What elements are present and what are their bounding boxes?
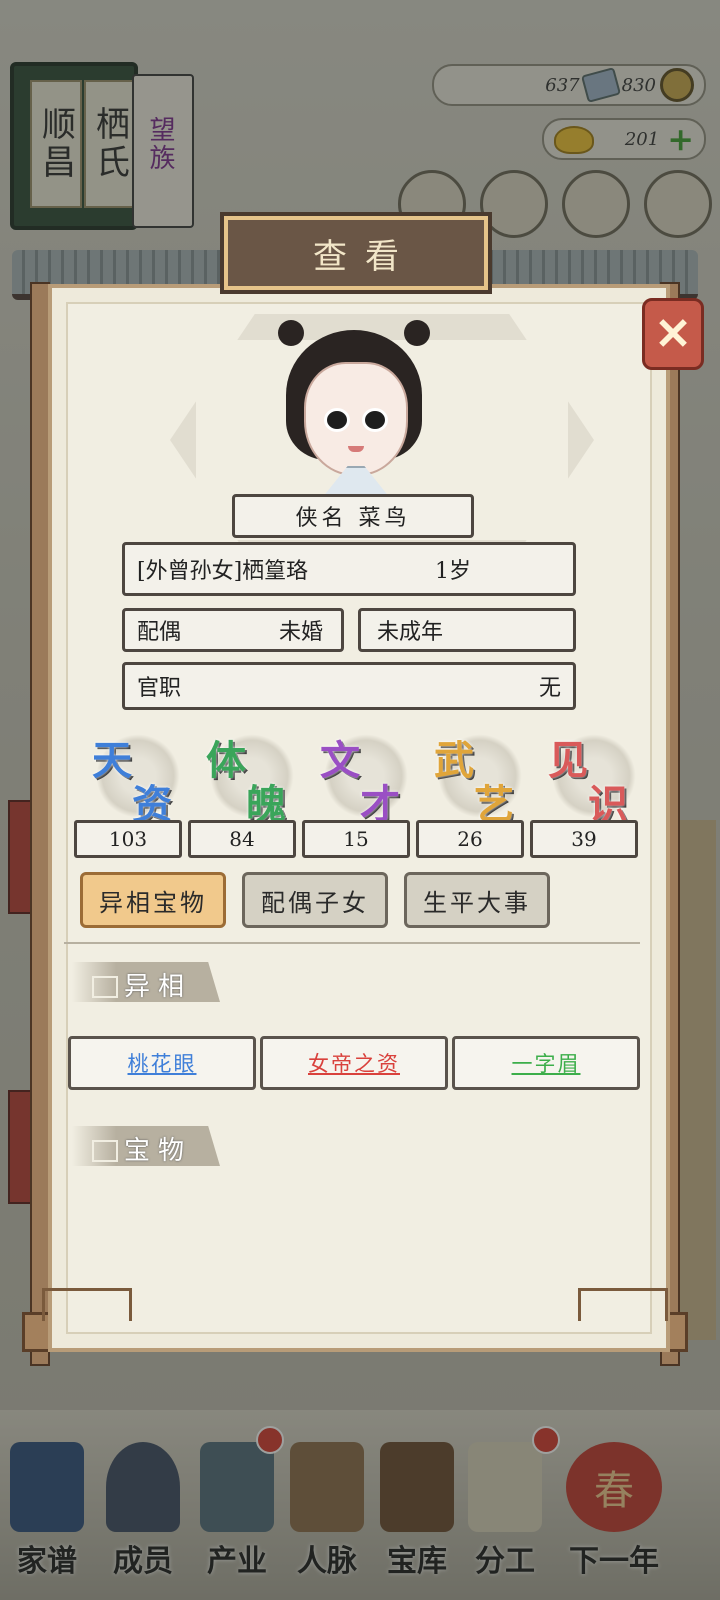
section-header-traits: 异相	[72, 962, 220, 1002]
stat-insight-icon: 见 识	[542, 728, 640, 828]
character-face	[304, 362, 408, 476]
right-corner-ornament	[578, 1288, 668, 1321]
office-value: 无	[538, 676, 561, 701]
character-portrait	[274, 314, 434, 508]
tab-life-events[interactable]: 生平大事	[404, 872, 550, 928]
stat-talent-value: 103	[74, 820, 182, 858]
trait-item[interactable]: 一字眉	[452, 1036, 640, 1090]
trait-item[interactable]: 女帝之资	[260, 1036, 448, 1090]
tab-spouse-children[interactable]: 配偶子女	[242, 872, 388, 928]
stat-literary-icon: 文 才	[314, 728, 412, 828]
dialog-title: 查看	[313, 236, 417, 277]
left-corner-ornament	[42, 1288, 132, 1321]
relation-field: [外曾孙女]栖篁珞 1岁	[122, 542, 576, 596]
close-icon: ✕	[654, 308, 692, 360]
section-header-treasures: 宝物	[72, 1126, 220, 1166]
view-member-dialog: 查看 ✕ 侠名 菜鸟 [外曾孙女]栖篁珞 1岁 配偶 未婚 未成年 官职 无 天…	[12, 212, 704, 1382]
stat-martial-icon: 武 艺	[428, 728, 526, 828]
trait-item[interactable]: 桃花眼	[68, 1036, 256, 1090]
stat-physique-value: 84	[188, 820, 296, 858]
stat-physique-icon: 体 魄	[200, 728, 298, 828]
office-field: 官职 无	[122, 662, 576, 710]
stat-martial-value: 26	[416, 820, 524, 858]
spouse-label: 配偶	[137, 620, 182, 645]
relation-name: [外曾孙女]栖篁珞	[137, 559, 309, 584]
stat-talent-icon: 天 资	[86, 728, 184, 828]
spouse-field: 配偶 未婚	[122, 608, 344, 652]
dialog-title-plaque: 查看	[220, 212, 492, 294]
section-divider	[64, 942, 640, 944]
close-button[interactable]: ✕	[642, 298, 704, 370]
stat-insight-value: 39	[530, 820, 638, 858]
left-pillar	[30, 282, 50, 1366]
age-value: 1岁	[435, 559, 471, 584]
adult-status-field: 未成年	[358, 608, 576, 652]
nickname-field: 侠名 菜鸟	[232, 494, 474, 538]
tab-traits-treasures[interactable]: 异相宝物	[80, 872, 226, 928]
office-label: 官职	[137, 676, 182, 701]
stat-literary-value: 15	[302, 820, 410, 858]
spouse-value: 未婚	[278, 620, 323, 645]
